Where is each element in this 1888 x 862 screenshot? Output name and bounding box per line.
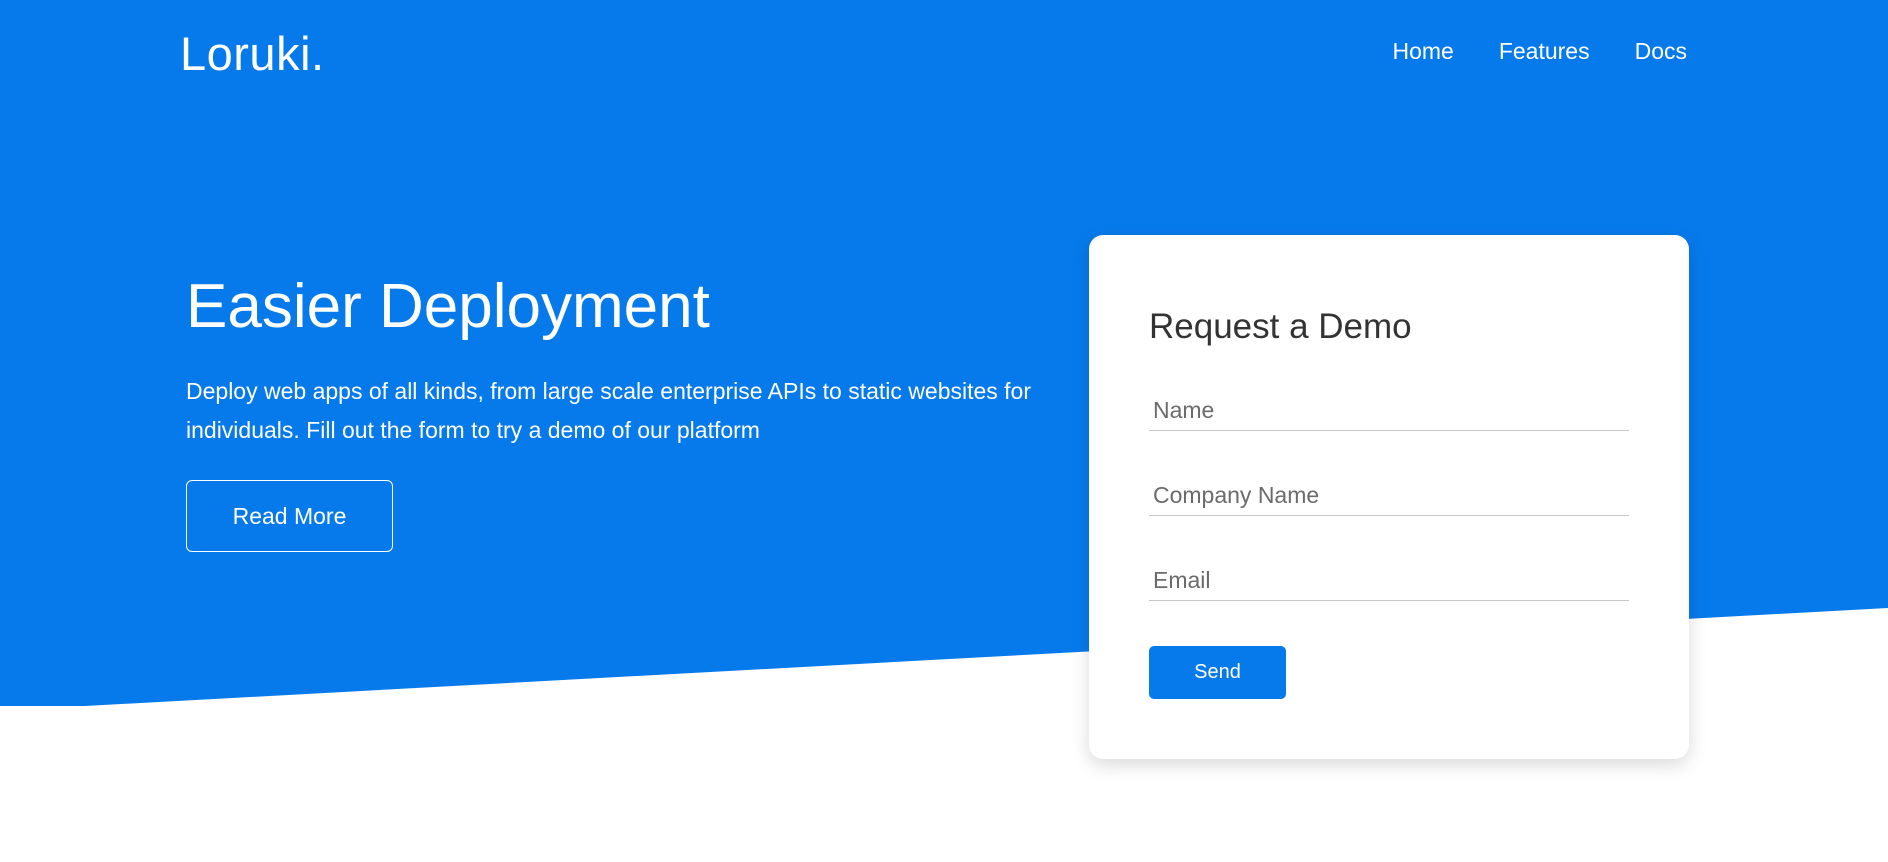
request-demo-title: Request a Demo bbox=[1149, 307, 1412, 346]
hero-content: Easier Deployment Deploy web apps of all… bbox=[186, 270, 1046, 553]
hero-headline: Easier Deployment bbox=[186, 272, 710, 341]
name-input[interactable] bbox=[1149, 391, 1629, 431]
top-navbar: Loruki. Home Features Docs bbox=[0, 0, 1888, 110]
logo[interactable]: Loruki. bbox=[180, 26, 325, 81]
read-more-button[interactable]: Read More bbox=[186, 480, 393, 553]
nav-link-docs[interactable]: Docs bbox=[1635, 38, 1687, 65]
send-button[interactable]: Send bbox=[1149, 646, 1286, 699]
email-input[interactable] bbox=[1149, 561, 1629, 601]
main-nav: Home Features Docs bbox=[1392, 38, 1687, 65]
nav-link-features[interactable]: Features bbox=[1499, 38, 1590, 65]
company-name-input[interactable] bbox=[1149, 476, 1629, 516]
nav-link-home[interactable]: Home bbox=[1392, 38, 1453, 65]
request-demo-card: Request a Demo Send bbox=[1089, 235, 1689, 759]
hero-subtext: Deploy web apps of all kinds, from large… bbox=[186, 378, 1032, 444]
